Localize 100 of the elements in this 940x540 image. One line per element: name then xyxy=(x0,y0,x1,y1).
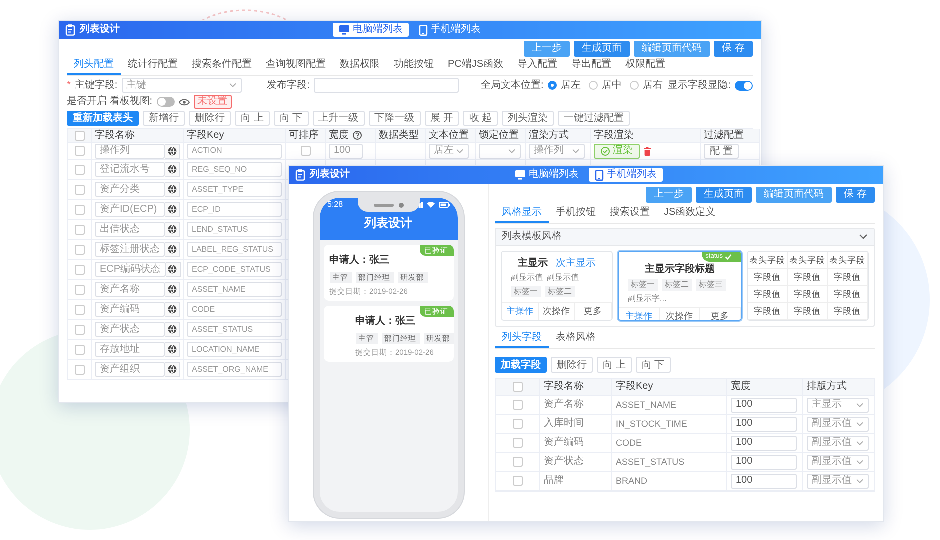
tab[interactable]: 统计行配置 xyxy=(121,58,185,75)
toolbar-button[interactable]: 列头渲染 xyxy=(502,111,554,126)
layout-select[interactable]: 副显示值 xyxy=(807,416,869,432)
layout-select[interactable]: 副显示值 xyxy=(807,436,869,450)
select-all-checkbox[interactable] xyxy=(74,130,84,140)
toolbar-button[interactable]: 上升一级 xyxy=(312,111,365,126)
tab[interactable]: 搜索条件配置 xyxy=(185,58,259,75)
text-position-select[interactable]: 居左 xyxy=(429,144,469,158)
globe-button[interactable] xyxy=(165,182,180,197)
lock-position-select[interactable] xyxy=(479,144,521,158)
row-checkbox[interactable] xyxy=(74,224,84,234)
row-checkbox[interactable] xyxy=(512,400,522,410)
toolbar-button[interactable]: 加载字段 xyxy=(495,357,547,373)
template-card[interactable]: 主显示 次主显示 副显示值 副显示值 标签一 标签二 主操作 次操作 更多 xyxy=(501,251,613,321)
action-button[interactable]: 生成页面 xyxy=(696,187,752,203)
toolbar-button[interactable]: 一键过滤配置 xyxy=(558,111,630,126)
key-field[interactable]: LABEL_REG_STATUS xyxy=(187,242,282,257)
key-field[interactable]: CODE xyxy=(187,302,282,317)
toolbar-button[interactable]: 向 上 xyxy=(597,357,632,373)
toolbar-button[interactable]: 下降一级 xyxy=(368,111,421,126)
name-field[interactable]: 存放地址 xyxy=(95,342,165,357)
globe-button[interactable] xyxy=(165,322,180,337)
globe-button[interactable] xyxy=(165,362,180,377)
action-button[interactable]: 上一步 xyxy=(646,187,692,203)
key-field[interactable]: LEND_STATUS xyxy=(187,222,282,237)
row-checkbox[interactable] xyxy=(74,284,84,294)
key-field[interactable]: ACTION xyxy=(187,144,282,158)
radio-button[interactable] xyxy=(588,81,598,90)
row-checkbox[interactable] xyxy=(512,476,522,486)
tab[interactable]: 搜索设置 xyxy=(603,206,657,223)
action-link[interactable]: 次操作 xyxy=(538,303,576,320)
view-tab[interactable]: 手机端列表 xyxy=(413,23,487,37)
key-field[interactable]: REG_SEQ_NO xyxy=(187,162,282,177)
name-field[interactable]: 标签注册状态 xyxy=(95,242,165,257)
action-button[interactable]: 保 存 xyxy=(836,187,875,203)
row-checkbox[interactable] xyxy=(74,184,84,194)
globe-button[interactable] xyxy=(165,144,180,158)
toggle-switch[interactable] xyxy=(156,97,175,107)
key-field[interactable]: LOCATION_NAME xyxy=(187,342,282,357)
width-field[interactable]: 100 xyxy=(731,454,797,470)
toolbar-button[interactable]: 向 上 xyxy=(235,111,270,126)
name-field[interactable]: 资产编码 xyxy=(95,302,165,317)
radio-button[interactable] xyxy=(548,81,557,90)
sortable-checkbox[interactable] xyxy=(300,146,310,156)
row-checkbox[interactable] xyxy=(74,146,84,156)
template-card[interactable]: 表头字段 表头字段 表头字段 字段值 字段值 字段值 字段值 字段值 字段值 字段值 字段值 字段值 xyxy=(747,251,869,321)
tab[interactable]: 手机按钮 xyxy=(549,206,603,223)
name-field[interactable]: ECP编码状态 xyxy=(95,262,166,277)
width-field[interactable]: 100 xyxy=(329,144,363,158)
width-field[interactable]: 100 xyxy=(731,398,797,412)
row-checkbox[interactable] xyxy=(74,164,84,174)
tab[interactable]: 导出配置 xyxy=(564,58,619,75)
toolbar-button[interactable]: 展 开 xyxy=(424,111,460,126)
width-field[interactable]: 100 xyxy=(731,416,797,432)
globe-button[interactable] xyxy=(165,302,180,317)
globe-button[interactable] xyxy=(165,162,180,177)
toolbar-button[interactable]: 重新加载表头 xyxy=(67,111,139,126)
name-field[interactable]: 登记流水号 xyxy=(95,162,165,177)
globe-button[interactable] xyxy=(165,242,180,257)
tab[interactable]: 列头配置 xyxy=(67,58,121,75)
config-button[interactable]: 配 置 xyxy=(704,144,739,158)
globe-button[interactable] xyxy=(165,222,180,237)
tab[interactable]: 风格显示 xyxy=(495,206,549,223)
tab[interactable]: 功能按钮 xyxy=(387,58,441,75)
row-checkbox[interactable] xyxy=(74,364,84,374)
globe-button[interactable] xyxy=(166,262,181,277)
key-field[interactable]: ECP_ID xyxy=(187,202,282,217)
row-checkbox[interactable] xyxy=(512,457,522,467)
name-field[interactable]: 资产状态 xyxy=(95,322,165,337)
toolbar-button[interactable]: 删除行 xyxy=(551,357,593,373)
layout-select[interactable]: 主显示 xyxy=(807,398,869,412)
render-button[interactable]: 渲染 xyxy=(594,144,640,158)
tab[interactable]: 数据权限 xyxy=(333,58,387,75)
name-field[interactable]: 资产名称 xyxy=(95,282,165,297)
tab[interactable]: JS函数定义 xyxy=(657,206,723,223)
tab[interactable]: 查询视图配置 xyxy=(259,58,333,75)
row-checkbox[interactable] xyxy=(74,304,84,314)
row-checkbox[interactable] xyxy=(74,204,84,214)
key-field[interactable]: ASSET_NAME xyxy=(187,282,282,297)
view-tab[interactable]: 电脑端列表 xyxy=(509,168,585,182)
action-button[interactable]: 上一步 xyxy=(524,41,570,57)
globe-button[interactable] xyxy=(165,342,180,357)
width-field[interactable]: 100 xyxy=(731,436,797,450)
action-button[interactable]: 保 存 xyxy=(714,41,753,57)
width-field[interactable]: 100 xyxy=(731,474,797,488)
row-checkbox[interactable] xyxy=(512,438,522,448)
action-link[interactable]: 主操作 xyxy=(502,303,539,320)
layout-select[interactable]: 副显示值 xyxy=(807,474,869,488)
tab[interactable]: 表格风格 xyxy=(549,331,603,348)
primary-key-select[interactable]: 主键 xyxy=(122,78,242,93)
render-mode-select[interactable]: 操作列 xyxy=(529,144,585,158)
globe-button[interactable] xyxy=(165,202,180,217)
key-field[interactable]: ASSET_STATUS xyxy=(187,322,282,337)
row-checkbox[interactable] xyxy=(74,264,84,274)
row-checkbox[interactable] xyxy=(74,324,84,334)
toolbar-button[interactable]: 删除行 xyxy=(189,111,231,126)
tab[interactable]: PC端JS函数 xyxy=(441,58,511,75)
toolbar-button[interactable]: 向 下 xyxy=(636,357,671,373)
name-field[interactable]: 资产组织 xyxy=(95,362,165,377)
layout-select[interactable]: 副显示值 xyxy=(807,454,869,470)
